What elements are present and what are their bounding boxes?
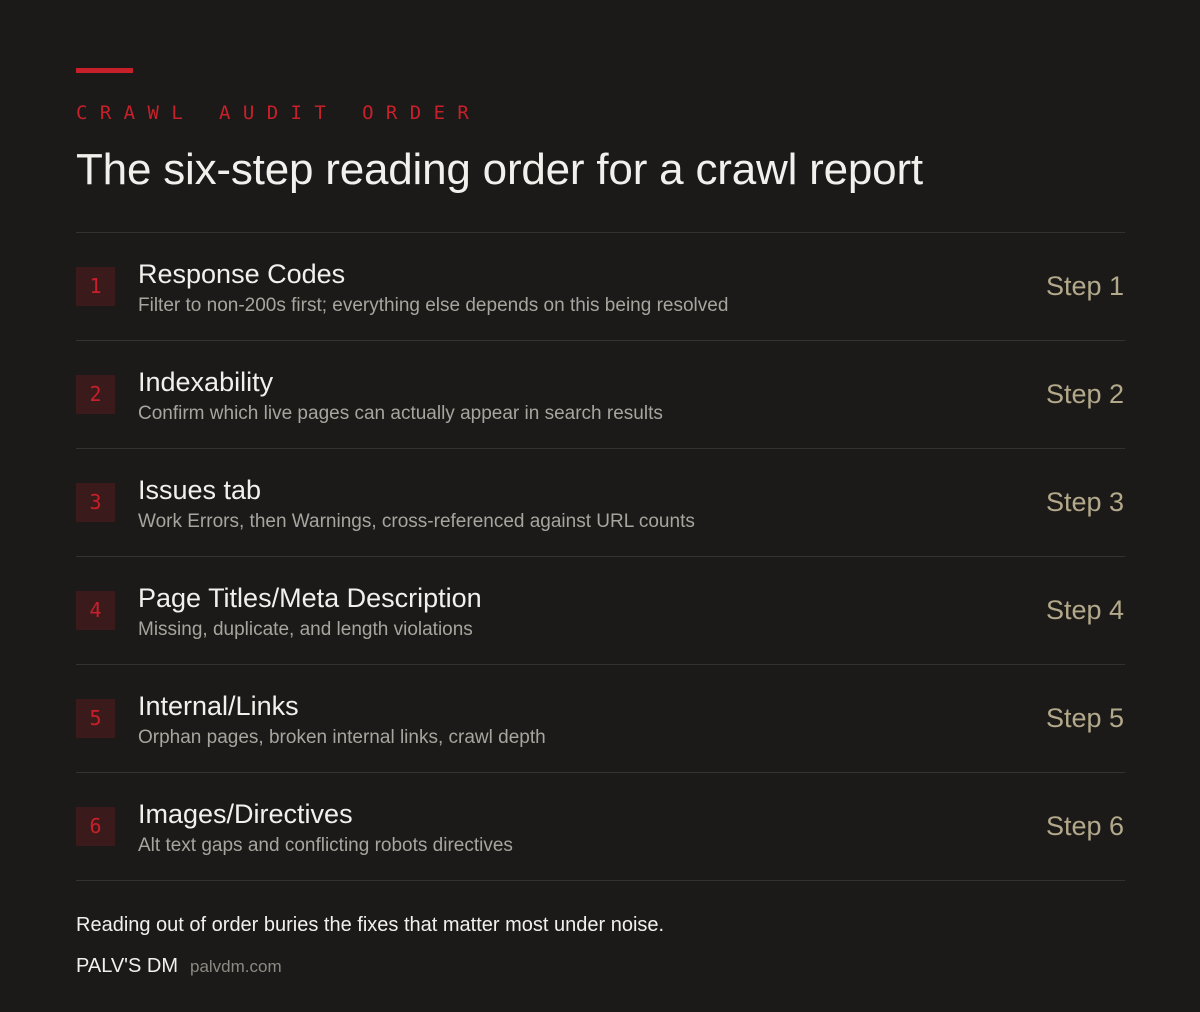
step-row-4: 4 Page Titles/Meta Description Missing, … — [76, 557, 1125, 665]
step-label: Step 5 — [1045, 703, 1124, 733]
step-title: Issues tab — [138, 475, 262, 505]
step-description: Work Errors, then Warnings, cross-refere… — [138, 511, 695, 532]
step-row-1: 1 Response Codes Filter to non-200s firs… — [76, 233, 1125, 341]
step-title: Page Titles/Meta Description — [138, 583, 482, 613]
step-title: Response Codes — [138, 259, 346, 289]
step-label: Step 6 — [1045, 811, 1124, 841]
step-number-badge: 2 — [76, 375, 115, 414]
step-title: Images/Directives — [138, 799, 353, 829]
brand-signature: PALV'S DM palvdm.com — [76, 955, 282, 978]
step-number-badge: 3 — [76, 483, 115, 522]
step-number-badge: 1 — [76, 267, 115, 306]
step-label: Step 2 — [1045, 379, 1124, 409]
step-description: Missing, duplicate, and length violation… — [138, 619, 473, 640]
step-row-2: 2 Indexability Confirm which live pages … — [76, 341, 1125, 449]
brand-name: PALV'S DM — [76, 955, 178, 977]
page-title: The six-step reading order for a crawl r… — [76, 145, 923, 194]
step-row-5: 5 Internal/Links Orphan pages, broken in… — [76, 665, 1125, 773]
step-description: Confirm which live pages can actually ap… — [138, 403, 663, 424]
eyebrow-label: CRAWL AUDIT ORDER — [76, 102, 482, 124]
footer-note: Reading out of order buries the fixes th… — [76, 914, 665, 936]
accent-bar — [76, 68, 133, 73]
step-row-6: 6 Images/Directives Alt text gaps and co… — [76, 773, 1125, 881]
step-title: Indexability — [138, 367, 274, 397]
step-label: Step 1 — [1045, 271, 1124, 301]
step-description: Filter to non-200s first; everything els… — [138, 295, 729, 316]
step-row-3: 3 Issues tab Work Errors, then Warnings,… — [76, 449, 1125, 557]
step-description: Alt text gaps and conflicting robots dir… — [138, 835, 513, 856]
step-number-badge: 4 — [76, 591, 115, 630]
step-number-badge: 5 — [76, 699, 115, 738]
step-title: Internal/Links — [138, 691, 299, 721]
steps-list: 1 Response Codes Filter to non-200s firs… — [76, 232, 1125, 881]
step-description: Orphan pages, broken internal links, cra… — [138, 727, 546, 748]
brand-url: palvdm.com — [190, 957, 282, 976]
step-number-badge: 6 — [76, 807, 115, 846]
step-label: Step 3 — [1045, 487, 1124, 517]
step-label: Step 4 — [1045, 595, 1124, 625]
